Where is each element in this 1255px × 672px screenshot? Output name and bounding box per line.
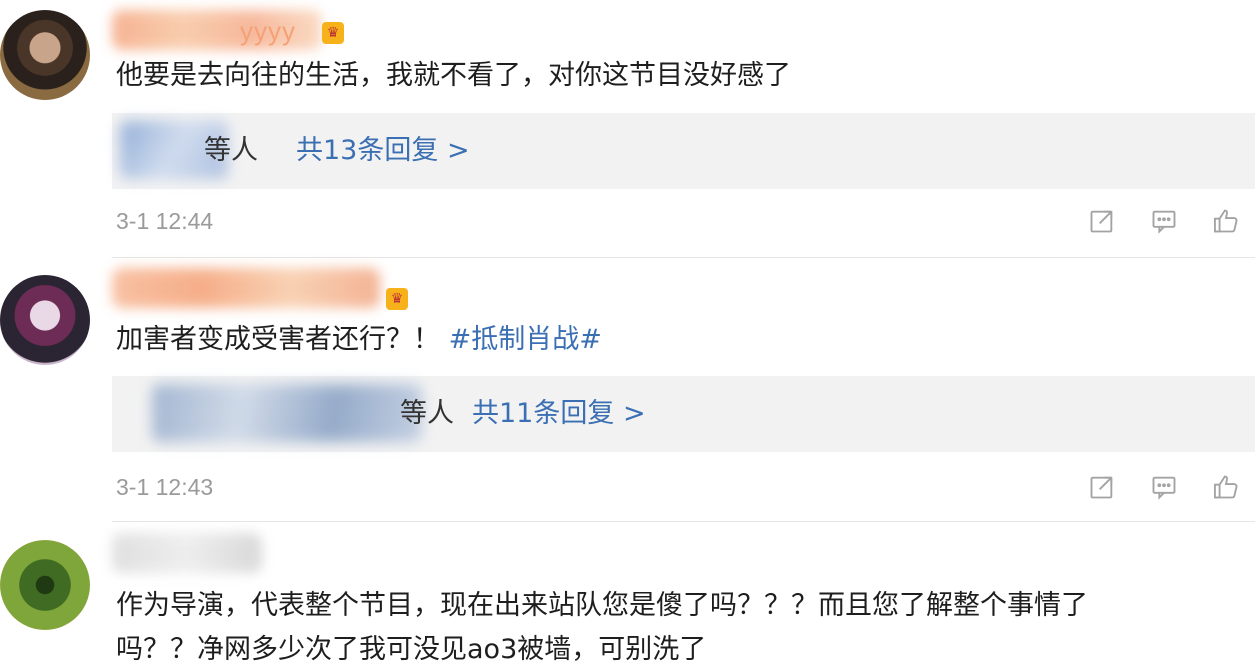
comment-text: 作为导演，代表整个节目，现在出来站队您是傻了吗？？？而且您了解整个事情了 吗？？… bbox=[116, 584, 1241, 672]
timestamp: 3-1 12:43 bbox=[116, 474, 214, 500]
reply-count-link[interactable]: 共11条回复 > bbox=[472, 396, 646, 432]
username-suffix[interactable]: yyyy bbox=[240, 16, 296, 47]
comment-text: 他要是去向往的生活，我就不看了，对你这节目没好感了 bbox=[116, 60, 791, 91]
comment-icon[interactable] bbox=[1149, 206, 1179, 236]
hashtag-link[interactable]: #抵制肖战# bbox=[449, 324, 602, 355]
reply-prefix: 等人 bbox=[204, 135, 258, 166]
comment-icon[interactable] bbox=[1149, 472, 1179, 502]
thumbs-up-icon[interactable] bbox=[1211, 206, 1241, 236]
comment-actions bbox=[1087, 206, 1241, 236]
crown-badge-icon: ♛ bbox=[386, 288, 408, 310]
reply-avatars-redacted bbox=[152, 384, 422, 442]
username-redacted[interactable] bbox=[112, 533, 262, 573]
share-icon[interactable] bbox=[1087, 206, 1117, 236]
reply-summary[interactable]: 等人 共13条回复 > bbox=[112, 113, 1255, 189]
timestamp: 3-1 12:44 bbox=[116, 208, 214, 234]
comment-text: 加害者变成受害者还行？！ #抵制肖战# bbox=[116, 318, 1241, 362]
avatar[interactable] bbox=[0, 10, 90, 100]
share-icon[interactable] bbox=[1087, 472, 1117, 502]
comment-text-line: 吗？？净网多少次了我可没见ao3被墙，可别洗了 bbox=[116, 634, 707, 665]
reply-prefix: 等人 bbox=[400, 398, 454, 429]
avatar[interactable] bbox=[0, 540, 90, 630]
avatar[interactable] bbox=[0, 275, 90, 365]
reply-count-link[interactable]: 共13条回复 > bbox=[296, 133, 470, 169]
comment-text-line: 作为导演，代表整个节目，现在出来站队您是傻了吗？？？而且您了解整个事情了 bbox=[116, 590, 1088, 621]
thumbs-up-icon[interactable] bbox=[1211, 472, 1241, 502]
comment-text-body: 加害者变成受害者还行？！ bbox=[116, 324, 440, 355]
divider bbox=[112, 521, 1255, 522]
crown-badge-icon: ♛ bbox=[322, 22, 344, 44]
reply-summary[interactable]: 等人 共11条回复 > bbox=[112, 376, 1255, 452]
divider bbox=[112, 257, 1255, 258]
username-redacted[interactable] bbox=[112, 268, 380, 308]
comment-actions bbox=[1087, 472, 1241, 502]
